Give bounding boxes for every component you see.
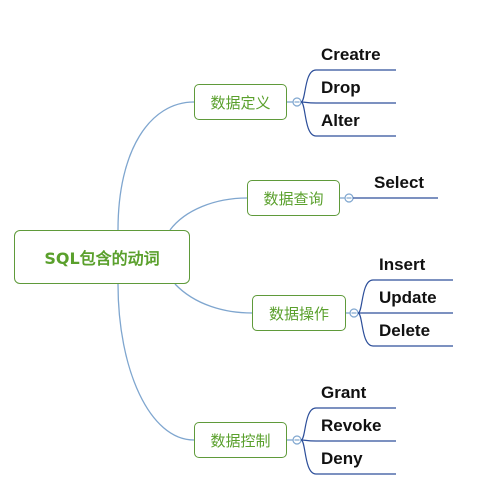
subtopic-select[interactable]: Select: [374, 173, 424, 193]
central-topic[interactable]: SQL包含的动词: [14, 230, 190, 284]
subtopic-revoke[interactable]: Revoke: [321, 416, 381, 436]
subtopic-update[interactable]: Update: [379, 288, 437, 308]
connector-central-to-query: [169, 197, 248, 231]
subtopic-deny[interactable]: Deny: [321, 449, 363, 469]
subtopic-delete[interactable]: Delete: [379, 321, 430, 341]
subtopic-grant[interactable]: Grant: [321, 383, 366, 403]
topic-data-query[interactable]: 数据查询: [247, 180, 340, 216]
topic-data-definition[interactable]: 数据定义: [194, 84, 287, 120]
mind-map-canvas: SQL包含的动词 数据定义 数据查询 数据操作 数据控制 Creatre Dro…: [0, 0, 497, 503]
subtopic-alter[interactable]: Alter: [321, 111, 360, 131]
subtopic-drop[interactable]: Drop: [321, 78, 361, 98]
connector-central-to-control: [117, 283, 195, 441]
connector-central-to-manipulation: [174, 283, 253, 314]
subtopic-creatre[interactable]: Creatre: [321, 45, 381, 65]
connector-central-to-definition: [117, 101, 195, 231]
topic-data-manipulation[interactable]: 数据操作: [252, 295, 346, 331]
subtopic-insert[interactable]: Insert: [379, 255, 425, 275]
topic-data-control[interactable]: 数据控制: [194, 422, 287, 458]
